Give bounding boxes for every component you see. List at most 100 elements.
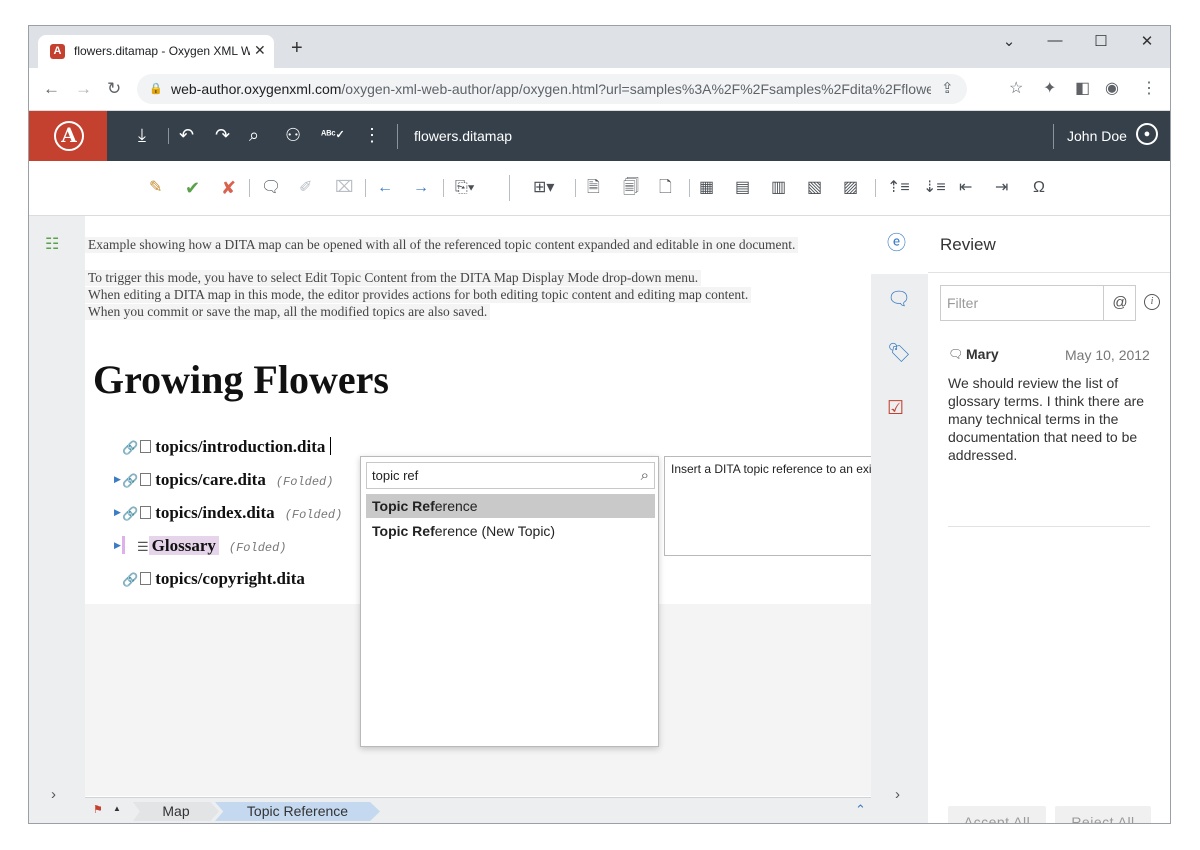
profile-icon[interactable]: ◉ (1105, 80, 1119, 97)
extensions-icon[interactable]: ✦ (1043, 80, 1056, 97)
breadcrumb-topic-reference[interactable]: Topic Reference (215, 802, 380, 821)
move-left-icon[interactable]: ⇤ (959, 179, 972, 197)
side-panel-icon[interactable]: ◧ (1075, 80, 1090, 97)
link-icon[interactable]: 🔗 (122, 572, 138, 587)
move-right-icon[interactable]: ⇥ (995, 179, 1008, 197)
url-field[interactable]: 🔒 web-author.oxygenxml.com/oxygen-xml-we… (137, 74, 967, 104)
bookmark-star-icon[interactable]: ☆ (1009, 80, 1023, 97)
header-separator (168, 128, 169, 144)
insert-row-below-icon[interactable]: ▤ (735, 179, 750, 197)
link-icon[interactable]: 🔗 (122, 473, 138, 488)
track-changes-icon[interactable]: ✎ (149, 179, 162, 197)
filter-placeholder: Filter (947, 295, 979, 311)
link-icon[interactable]: 🔗 (122, 440, 138, 455)
download-icon[interactable]: ⤓ (138, 125, 146, 145)
comment-author: Mary (966, 346, 999, 362)
topic-ref-care[interactable]: 🔗 topics/care.dita (Folded) (122, 470, 333, 490)
promote-icon[interactable]: ⇡≡ (887, 179, 910, 197)
maximize-icon[interactable]: ☐ (1091, 32, 1111, 50)
oxygen-logo: A (29, 111, 107, 161)
back-icon[interactable]: ← (43, 80, 60, 97)
user-name[interactable]: John Doe (1067, 128, 1127, 144)
close-window-icon[interactable]: ✕ (1137, 32, 1157, 50)
breadcrumb-map[interactable]: Map (133, 802, 219, 821)
expand-triangle-icon[interactable]: ▶ (114, 507, 121, 518)
completion-search-input[interactable]: topic ref ⌕ (366, 462, 655, 489)
insert-column-icon[interactable]: ▥ (771, 179, 786, 197)
topic-doc-icon (140, 440, 152, 453)
glossary-ref[interactable]: ☰ Glossary (Folded) (122, 536, 287, 556)
spellcheck-icon[interactable]: ᴬᴮᶜ✓ (321, 125, 345, 145)
edit-comment-icon[interactable]: ✐ (299, 179, 312, 197)
demote-icon[interactable]: ⇣≡ (923, 179, 946, 197)
caret-up-icon[interactable]: ▲ (113, 804, 121, 813)
insert-table-icon[interactable]: ▦ (699, 179, 714, 197)
outline-icon[interactable]: ☷ (45, 234, 59, 254)
link-icon[interactable]: 🔗 (122, 506, 138, 521)
info-icon[interactable]: i (1144, 294, 1160, 310)
browser-tab[interactable]: A flowers.ditamap - Oxygen XML W ✕ (38, 35, 274, 68)
reject-change-icon[interactable]: ✘ (221, 179, 236, 197)
insert-topic-group-icon[interactable]: 🗐 (623, 179, 639, 197)
minimize-icon[interactable]: — (1045, 32, 1065, 49)
topic-ref-index[interactable]: 🔗 topics/index.dita (Folded) (122, 503, 342, 523)
insert-special-character-icon[interactable]: Ω (1033, 179, 1045, 197)
find-icon[interactable]: ⌕ (249, 125, 259, 145)
flag-icon[interactable]: ⚑ (93, 803, 103, 816)
tab-search-icon[interactable]: ⌄ (999, 32, 1019, 50)
browser-menu-icon[interactable]: ⋮ (1141, 80, 1157, 97)
accept-change-icon[interactable]: ✔ (185, 179, 200, 197)
expand-triangle-icon[interactable]: ▶ (114, 474, 121, 485)
new-tab-icon[interactable]: + (291, 38, 303, 58)
add-comment-icon[interactable]: 🗨 (261, 179, 281, 197)
user-avatar-icon[interactable]: ● (1136, 123, 1158, 145)
close-tab-icon[interactable]: ✕ (254, 42, 266, 59)
tags-icon[interactable]: 🏷 (887, 343, 911, 365)
collapse-up-icon[interactable]: ⌃ (855, 802, 866, 818)
intro-paragraph: To trigger this mode, you have to select… (85, 270, 702, 286)
map-display-mode-icon[interactable]: ⊞▾ (533, 179, 554, 197)
remove-comment-icon[interactable]: ⌧ (335, 179, 353, 197)
collaboration-icon[interactable]: ⚇ (285, 125, 301, 145)
expand-right-panel-icon[interactable]: › (895, 786, 900, 803)
intro-paragraph: When you commit or save the map, all the… (85, 304, 491, 320)
insert-topic-ref-icon[interactable]: 🗎 (587, 179, 600, 197)
previous-change-icon[interactable]: ← (377, 179, 393, 197)
forward-icon[interactable]: → (75, 80, 92, 97)
reload-icon[interactable]: ↻ (107, 80, 121, 97)
next-change-icon[interactable]: → (413, 179, 429, 197)
expand-left-panel-icon[interactable]: › (51, 786, 56, 803)
expand-triangle-icon[interactable]: ▶ (114, 540, 121, 551)
folded-label: (Folded) (228, 541, 287, 555)
comment-date: May 10, 2012 (1065, 347, 1150, 363)
join-cells-icon[interactable]: ▧ (807, 179, 822, 197)
comment-icon: 🗨 (948, 347, 964, 361)
topic-ref-copyright[interactable]: 🔗 topics/copyright.dita (122, 569, 305, 589)
toolbar-separator (575, 179, 576, 197)
filter-input[interactable]: Filter @ (940, 285, 1136, 321)
browser-tab-title: flowers.ditamap - Oxygen XML W (74, 44, 250, 58)
completion-option[interactable]: Topic Reference (366, 494, 655, 518)
undo-icon[interactable]: ↶ (179, 125, 194, 145)
glossary-label: Glossary (148, 536, 219, 555)
review-divider (928, 272, 1170, 273)
folded-label: (Folded) (284, 508, 343, 522)
reject-all-button[interactable]: Reject All (1055, 806, 1151, 823)
comments-icon[interactable]: 🗨 (887, 289, 911, 311)
insert-topic-heading-icon[interactable]: 🗋 (659, 179, 672, 197)
review-panel-icon[interactable]: ⓔ (887, 233, 906, 255)
redo-icon[interactable]: ↷ (215, 125, 230, 145)
tasks-check-icon[interactable]: ☑ (887, 398, 904, 420)
mention-filter-button[interactable]: @ (1103, 286, 1136, 320)
text-caret (330, 437, 332, 455)
lock-icon[interactable]: 🔒 (149, 74, 163, 104)
completion-option[interactable]: Topic Reference (New Topic) (366, 519, 655, 543)
share-icon[interactable]: ⇪ (941, 74, 954, 104)
toolbar-separator (443, 179, 444, 197)
accept-all-button[interactable]: Accept All (948, 806, 1046, 823)
topic-ref-introduction[interactable]: 🔗 topics/introduction.dita (122, 437, 332, 457)
toolbar-separator (249, 179, 250, 197)
delete-row-icon[interactable]: ▨ (843, 179, 858, 197)
paste-icon[interactable]: ⎘▾ (455, 179, 475, 197)
more-actions-icon[interactable]: ⋮ (363, 125, 381, 145)
